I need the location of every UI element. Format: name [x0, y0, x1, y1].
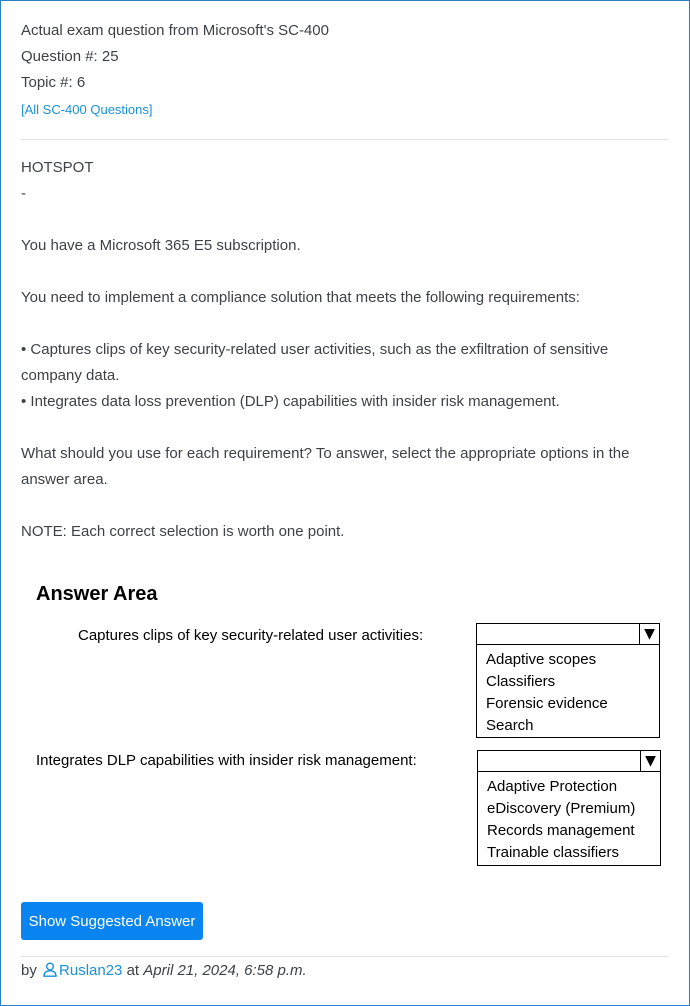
post-footer: by Ruslan23 at April 21, 2024, 6:58 p.m.: [21, 962, 307, 979]
post-date: April 21, 2024, 6:58 p.m.: [143, 962, 307, 979]
question-dash: -: [21, 185, 26, 202]
dropdown-option[interactable]: Search: [486, 715, 659, 737]
footer-at: at: [126, 962, 140, 979]
show-suggested-answer-button[interactable]: Show Suggested Answer: [21, 902, 203, 940]
dropdown-2[interactable]: ▼: [477, 750, 661, 772]
dropdown-option[interactable]: Forensic evidence: [486, 693, 659, 715]
exam-title: Actual exam question from Microsoft's SC…: [21, 22, 329, 39]
user-icon: [43, 962, 57, 977]
dropdown-option[interactable]: Trainable classifiers: [487, 842, 660, 864]
question-type: HOTSPOT: [21, 159, 94, 176]
dropdown-arrow-icon[interactable]: ▼: [640, 751, 660, 771]
requirement-label-2: Integrates DLP capabilities with insider…: [36, 752, 417, 769]
question-note: NOTE: Each correct selection is worth on…: [21, 523, 345, 540]
dropdown-option[interactable]: eDiscovery (Premium): [487, 798, 660, 820]
dropdown-option[interactable]: Classifiers: [486, 671, 659, 693]
requirement-label-1: Captures clips of key security-related u…: [78, 627, 424, 644]
question-paragraph-2: You need to implement a compliance solut…: [21, 289, 580, 306]
question-paragraph-1: You have a Microsoft 365 E5 subscription…: [21, 237, 301, 254]
dropdown-option[interactable]: Adaptive Protection: [487, 776, 660, 798]
author-link[interactable]: Ruslan23: [59, 962, 122, 979]
dropdown-2-options: Adaptive Protection eDiscovery (Premium)…: [477, 772, 661, 866]
dropdown-1-options: Adaptive scopes Classifiers Forensic evi…: [476, 645, 660, 738]
question-number: Question #: 25: [21, 48, 119, 65]
dropdown-1[interactable]: ▼: [476, 623, 660, 645]
answer-area: Answer Area Captures clips of key securi…: [36, 580, 676, 880]
topic-number: Topic #: 6: [21, 74, 86, 91]
answer-area-title: Answer Area: [36, 583, 158, 605]
dropdown-arrow-icon[interactable]: ▼: [639, 624, 659, 644]
footer-by: by: [21, 962, 37, 979]
requirement-bullet-1: • Captures clips of key security-related…: [21, 341, 609, 384]
divider: [21, 139, 669, 140]
question-paragraph-3: What should you use for each requirement…: [21, 445, 630, 488]
requirement-bullet-2: • Integrates data loss prevention (DLP) …: [21, 393, 560, 410]
divider: [21, 956, 669, 957]
dropdown-option[interactable]: Adaptive scopes: [486, 649, 659, 671]
all-questions-link[interactable]: [All SC-400 Questions]: [21, 102, 153, 117]
dropdown-option[interactable]: Records management: [487, 820, 660, 842]
